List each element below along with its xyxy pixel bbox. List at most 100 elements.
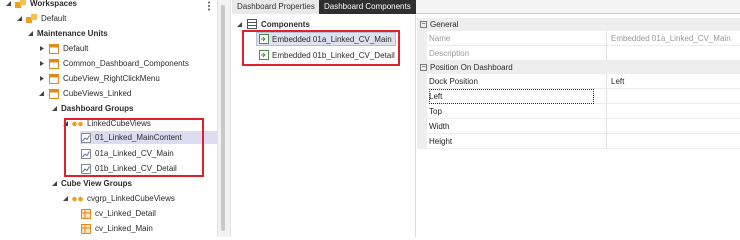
components-table-icon [247,19,257,29]
category-label: Position On Dashboard [430,63,513,72]
tree-item-cubeview-rightclickmenu[interactable]: CubeView_RightClickMenu [37,72,160,85]
tree-item-cv-linked-main[interactable]: cv_Linked_Main [80,222,153,235]
property-row-dock-position[interactable]: Dock Position Left [417,74,740,89]
tree-item-cvgrp-linkedcubeviews[interactable]: cvgrp_LinkedCubeViews [61,192,175,205]
property-value[interactable]: Embedded 01a_Linked_CV_Main [606,31,740,46]
property-row-height[interactable]: Height [417,134,740,149]
tree-item-01b-linked-cv-detail[interactable]: 01b_Linked_CV_Detail [80,162,177,175]
cube-view-group-icon [72,194,83,204]
cube-view-icon [80,223,91,234]
tree-item-default-workspace[interactable]: Default [15,12,66,25]
property-name: Description [429,49,470,58]
maintenance-unit-icon [48,58,59,69]
collapse-icon[interactable] [37,90,45,98]
property-value[interactable] [606,46,740,61]
workspace-icon [15,0,26,9]
tab-bar: Dashboard Properties Dashboard Component… [232,0,740,14]
collapse-icon[interactable] [15,15,23,23]
collapse-icon[interactable] [61,120,69,128]
property-value[interactable] [606,89,740,104]
property-value[interactable] [606,119,740,134]
expand-icon[interactable] [37,75,45,83]
workspace-tree: Workspaces Default Maintenance Units Def… [0,0,217,237]
row-gutter [417,134,427,149]
tree-item-label: 01a_Linked_CV_Main [95,149,174,158]
property-value[interactable]: Left [606,74,740,89]
property-name: Dock Position [429,77,478,86]
maintenance-unit-icon [48,88,59,99]
tree-item-label: cvgrp_LinkedCubeViews [87,194,175,203]
component-item[interactable]: Embedded 01b_Linked_CV_Detail [256,48,398,62]
property-value[interactable] [606,134,740,149]
components-header-label: Components [261,19,310,29]
component-item-label: Embedded 01a_Linked_CV_Main [272,34,392,44]
component-item[interactable]: Embedded 01a_Linked_CV_Main [256,32,396,46]
tree-item-mu-default[interactable]: Default [37,42,88,55]
collapse-icon[interactable] [4,0,12,8]
embedded-component-icon [259,50,269,60]
property-name: Name [429,34,451,43]
tree-item-common-dashboard-components[interactable]: Common_Dashboard_Components [37,57,189,70]
category-position-on-dashboard[interactable]: − Position On Dashboard [417,61,740,74]
dashboard-icon [80,132,91,143]
category-general[interactable]: − General [417,18,740,31]
tab-dashboard-properties[interactable]: Dashboard Properties [232,0,321,14]
cube-view-icon [80,208,91,219]
tree-item-cubeviews-linked[interactable]: CubeViews_Linked [37,87,131,100]
row-gutter [417,119,427,134]
tree-item-01a-linked-cv-main[interactable]: 01a_Linked_CV_Main [80,147,174,160]
row-gutter [417,46,427,61]
tree-item-label: CubeViews_Linked [63,89,132,98]
tree-scrollbar[interactable] [221,5,225,231]
tab-dashboard-components[interactable]: Dashboard Components [319,0,416,14]
expand-icon[interactable] [37,60,45,68]
property-row-width[interactable]: Width [417,119,740,134]
more-options-icon[interactable] [207,1,211,11]
property-name: Top [429,107,442,116]
collapse-category-icon[interactable]: − [420,64,427,71]
property-row-left[interactable]: Left [417,89,740,104]
tree-item-label: Default [41,14,67,23]
tree-item-label: cv_Linked_Detail [95,209,156,218]
workspace-icon [26,13,37,24]
tree-item-label: Default [63,44,89,53]
row-gutter [417,74,427,89]
collapse-icon[interactable] [236,21,244,28]
property-row-top[interactable]: Top [417,104,740,119]
tree-item-label: LinkedCubeViews [87,119,151,128]
collapse-icon[interactable] [26,30,34,38]
collapse-category-icon[interactable]: − [420,21,427,28]
embedded-component-icon [259,34,269,44]
tree-item-maintenance-units[interactable]: Maintenance Units [26,27,108,40]
tree-item-label: Maintenance Units [37,29,108,38]
tree-item-label: Common_Dashboard_Components [63,59,189,68]
tree-item-label: cv_Linked_Main [95,224,153,233]
property-value[interactable] [606,104,740,119]
property-name: Width [429,122,450,131]
tree-item-label: CubeView_RightClickMenu [63,74,160,83]
components-header[interactable]: Components [236,18,310,30]
expand-icon[interactable] [37,45,45,53]
tree-item-workspaces[interactable]: Workspaces [4,0,77,10]
tree-item-label: Dashboard Groups [61,104,134,113]
row-gutter [417,104,427,119]
tree-item-label: 01_Linked_MainContent [95,133,182,142]
maintenance-unit-icon [48,43,59,54]
collapse-icon[interactable] [50,105,58,113]
dashboard-icon [80,163,91,174]
collapse-icon[interactable] [50,180,58,188]
tree-item-dashboard-groups[interactable]: Dashboard Groups [50,102,133,115]
dashboard-icon [80,148,91,159]
row-gutter [417,31,427,46]
property-row-description[interactable]: Description [417,46,740,61]
component-item-label: Embedded 01b_Linked_CV_Detail [272,50,395,60]
collapse-icon[interactable] [61,195,69,203]
tree-item-linkedcubeviews[interactable]: LinkedCubeViews [61,117,151,130]
tree-item-label: 01b_Linked_CV_Detail [95,164,177,173]
property-row-name[interactable]: Name Embedded 01a_Linked_CV_Main [417,31,740,46]
tree-item-cube-view-groups[interactable]: Cube View Groups [50,177,132,190]
tree-item-label: Cube View Groups [61,179,132,188]
tree-item-cv-linked-detail[interactable]: cv_Linked_Detail [80,207,156,220]
tree-item-01-linked-maincontent[interactable]: 01_Linked_MainContent [80,131,217,144]
category-label: General [430,20,459,29]
